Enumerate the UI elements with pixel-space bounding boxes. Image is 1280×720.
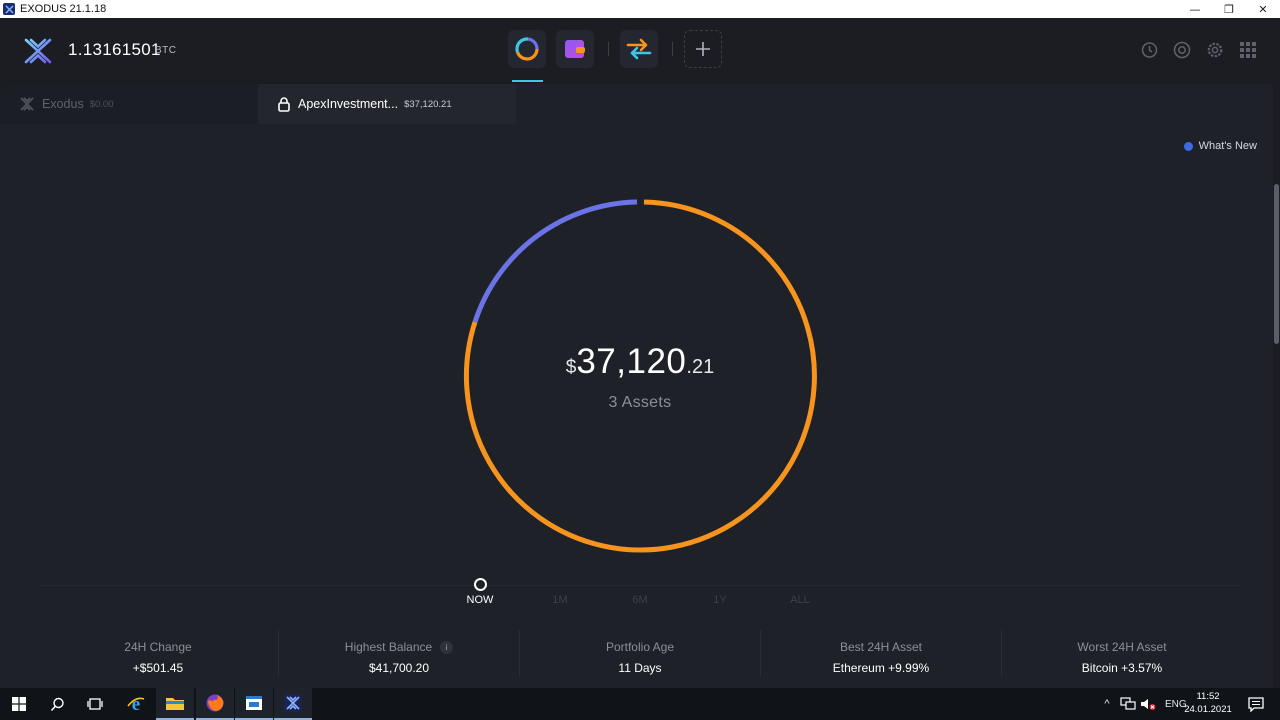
internet-explorer-icon: e <box>127 694 145 714</box>
add-nav-button[interactable] <box>684 30 722 68</box>
window-titlebar: EXODUS 21.1.18 — ❐ ✕ <box>0 0 1280 18</box>
clock-date: 24.01.2021 <box>1184 704 1232 715</box>
range-now[interactable]: NOW <box>455 594 505 606</box>
stat-label: Worst 24H Asset <box>1077 640 1167 654</box>
range-1m[interactable]: 1M <box>535 594 585 606</box>
whats-new-label: What's New <box>1198 140 1257 152</box>
search-button[interactable] <box>38 688 76 720</box>
taskbar-clock[interactable]: 11:52 24.01.2021 <box>1182 690 1234 716</box>
donut-chart-icon <box>515 37 539 61</box>
btc-balance: 1.13161501 <box>68 40 161 59</box>
firefox-icon <box>206 694 224 712</box>
range-all[interactable]: ALL <box>775 594 825 606</box>
app-header: 1.13161501 BTC <box>0 18 1280 84</box>
donut-segment-purple[interactable] <box>472 199 638 323</box>
exodus-window: EXODUS 21.1.18 — ❐ ✕ 1.13161501 BTC Exod… <box>0 0 1280 720</box>
info-icon[interactable]: i <box>440 640 454 654</box>
windows-taskbar: e ^ ENG 11:52 24.01.2021 <box>0 688 1280 720</box>
task-view-icon <box>87 698 103 710</box>
total-decimal: .21 <box>686 356 715 378</box>
scrollbar-thumb[interactable] <box>1274 184 1279 344</box>
search-icon <box>50 697 64 711</box>
taskbar-ie[interactable]: e <box>117 688 155 720</box>
stat-worst-24h-asset: Worst 24H Asset Bitcoin +3.57% <box>1001 630 1242 676</box>
apps-grid-icon[interactable] <box>1239 41 1257 59</box>
plus-icon <box>696 42 710 56</box>
svg-text:e: e <box>132 694 140 714</box>
stat-label-wrap: Highest Balance i <box>344 640 454 654</box>
portfolio-tab-label: Exodus <box>42 97 84 111</box>
nav-separator <box>672 42 673 56</box>
timeline-track <box>40 585 1240 586</box>
stat-label: 24H Change <box>124 640 192 654</box>
range-6m[interactable]: 6M <box>615 594 665 606</box>
assets-count: 3 Assets <box>608 394 672 411</box>
windows-logo-icon <box>12 697 26 711</box>
notification-dot-icon <box>1183 141 1193 151</box>
tray-expand-icon[interactable]: ^ <box>1100 698 1114 710</box>
taskbar-file-explorer[interactable] <box>156 688 194 720</box>
folder-icon <box>166 698 184 710</box>
stat-label: Best 24H Asset <box>839 640 923 654</box>
stats-bar: 24H Change +$501.45 Highest Balance i $41… <box>38 630 1242 676</box>
minimize-button[interactable]: — <box>1178 0 1212 18</box>
total-currency-symbol: $ <box>565 357 577 378</box>
stat-highest-balance: Highest Balance i $41,700.20 <box>278 630 519 676</box>
history-icon[interactable] <box>1140 41 1158 59</box>
window-app-icon <box>246 696 262 710</box>
lock-icon <box>278 96 290 112</box>
system-tray: ^ ENG <box>1100 688 1187 720</box>
notification-icon <box>1248 696 1264 712</box>
portfolio-tab-amount: $37,120.21 <box>404 98 452 110</box>
stat-label: Highest Balance <box>344 640 433 654</box>
exodus-logo-icon[interactable] <box>24 37 52 65</box>
portfolio-panel: Exodus $0.00 ApexInvestment... $37,120.2… <box>0 84 1280 688</box>
stat-label: Portfolio Age <box>605 640 675 654</box>
exchange-nav-button[interactable] <box>620 30 658 68</box>
start-button[interactable] <box>0 688 38 720</box>
whats-new-link[interactable]: What's New <box>1183 140 1257 152</box>
total-integer: 37,120 <box>576 342 687 381</box>
stat-value: Ethereum +9.99% <box>832 661 930 675</box>
taskbar-firefox[interactable] <box>196 688 234 720</box>
stat-portfolio-age: Portfolio Age 11 Days <box>519 630 760 676</box>
taskbar-exodus[interactable] <box>274 688 312 720</box>
clock-time: 11:52 <box>1196 691 1220 702</box>
task-view-button[interactable] <box>76 688 114 720</box>
wallet-nav-button[interactable] <box>556 30 594 68</box>
exchange-arrows-icon <box>626 38 652 60</box>
total-balance: $37,120.21 <box>440 342 840 382</box>
btc-unit: BTC <box>155 45 177 56</box>
portfolio-nav-button[interactable] <box>508 30 546 68</box>
action-center-button[interactable] <box>1236 688 1276 720</box>
help-lifebuoy-icon[interactable] <box>1173 41 1191 59</box>
network-icon[interactable] <box>1120 697 1136 711</box>
taskbar-app[interactable] <box>235 688 273 720</box>
exodus-logo-icon <box>284 694 302 712</box>
stat-24h-change: 24H Change +$501.45 <box>38 630 278 676</box>
nav-separator <box>608 42 609 56</box>
range-1y[interactable]: 1Y <box>695 594 745 606</box>
maximize-button[interactable]: ❐ <box>1212 0 1246 18</box>
volume-muted-icon[interactable] <box>1140 697 1156 711</box>
exodus-app-icon <box>3 3 15 15</box>
portfolio-tab-exodus[interactable]: Exodus $0.00 <box>0 84 258 124</box>
window-controls: — ❐ ✕ <box>1178 0 1280 18</box>
scrollbar[interactable] <box>1273 84 1280 688</box>
close-button[interactable]: ✕ <box>1246 0 1280 18</box>
stat-value: Bitcoin +3.57% <box>1081 661 1163 675</box>
window-title: EXODUS 21.1.18 <box>20 3 107 15</box>
stat-value: 11 Days <box>618 661 662 675</box>
stat-value: +$501.45 <box>132 661 184 675</box>
active-nav-indicator <box>512 80 543 82</box>
portfolio-tab-amount: $0.00 <box>89 98 114 110</box>
stat-value: $41,700.20 <box>368 661 430 675</box>
settings-gear-icon[interactable] <box>1206 41 1224 59</box>
timeline-knob[interactable] <box>474 578 487 591</box>
exodus-logo-icon <box>20 97 34 111</box>
portfolio-tab-label: ApexInvestment... <box>298 97 399 111</box>
portfolio-tab-apex[interactable]: ApexInvestment... $37,120.21 <box>258 84 516 124</box>
wallet-icon <box>565 40 585 58</box>
stat-best-24h-asset: Best 24H Asset Ethereum +9.99% <box>760 630 1001 676</box>
